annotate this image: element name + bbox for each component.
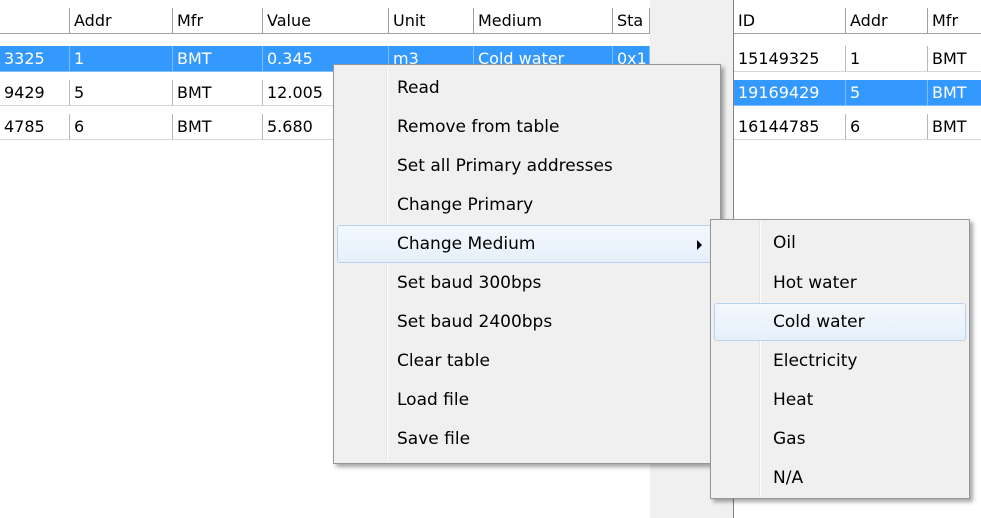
cell-id[interactable]: 3325 <box>0 46 70 72</box>
menu-item-label: Remove from table <box>397 117 560 137</box>
submenu-arrow-icon <box>697 240 702 250</box>
menu-item-label: Oil <box>773 233 796 253</box>
menu-item-clear-table[interactable]: Clear table <box>337 342 717 380</box>
menu-item-label: N/A <box>773 468 804 488</box>
menu-item-label: Change Primary <box>397 195 534 215</box>
cell-addr[interactable]: 1 <box>70 46 173 72</box>
cell-mfr[interactable]: BMT <box>173 114 263 140</box>
col-header-medium[interactable]: Medium <box>474 8 613 34</box>
col-header-mfr[interactable]: Mfr <box>928 8 981 34</box>
menu-item-label: Change Medium <box>397 234 536 254</box>
menu-item-label: Set baud 2400bps <box>397 312 553 332</box>
col-header-addr[interactable]: Addr <box>70 8 173 34</box>
cell-mfr[interactable]: BMT <box>928 46 981 72</box>
cell-addr[interactable]: 1 <box>846 46 928 72</box>
menu-item-change-primary[interactable]: Change Primary <box>337 186 717 224</box>
menu-item-label: Load file <box>397 390 470 410</box>
menu-item-label: Save file <box>397 429 471 449</box>
cell-mfr[interactable]: BMT <box>928 114 981 140</box>
col-header-id[interactable] <box>0 8 70 34</box>
cell-addr[interactable]: 5 <box>70 80 173 106</box>
cell-id[interactable]: 19169429 <box>734 80 846 106</box>
menu-item-change-medium[interactable]: Change Medium <box>337 225 717 263</box>
submenu-item-na[interactable]: N/A <box>714 459 966 497</box>
menu-item-label: Cold water <box>773 312 865 332</box>
menu-item-label: Clear table <box>397 351 490 371</box>
menu-item-label: Read <box>397 78 440 98</box>
cell-id[interactable]: 15149325 <box>734 46 846 72</box>
menu-item-label: Set baud 300bps <box>397 273 542 293</box>
col-header-value[interactable]: Value <box>263 8 389 34</box>
submenu-item-heat[interactable]: Heat <box>714 381 966 419</box>
cell-id[interactable]: 16144785 <box>734 114 846 140</box>
cell-addr[interactable]: 6 <box>846 114 928 140</box>
menu-item-load-file[interactable]: Load file <box>337 381 717 419</box>
menu-item-remove-from-table[interactable]: Remove from table <box>337 108 717 146</box>
menu-item-label: Gas <box>773 429 806 449</box>
cell-id[interactable]: 9429 <box>0 80 70 106</box>
menu-item-set-all-primary-addresses[interactable]: Set all Primary addresses <box>337 147 717 185</box>
submenu-item-oil[interactable]: Oil <box>714 224 966 262</box>
submenu-item-hot-water[interactable]: Hot water <box>714 264 966 302</box>
col-header-status[interactable]: Sta <box>613 8 650 34</box>
col-header-mfr[interactable]: Mfr <box>173 8 263 34</box>
menu-item-label: Electricity <box>773 351 858 371</box>
col-header-id[interactable]: ID <box>734 8 846 34</box>
submenu-item-gas[interactable]: Gas <box>714 420 966 458</box>
menu-item-read[interactable]: Read <box>337 69 717 107</box>
cell-addr[interactable]: 5 <box>846 80 928 106</box>
col-header-unit[interactable]: Unit <box>389 8 474 34</box>
menu-item-label: Heat <box>773 390 814 410</box>
submenu-item-cold-water[interactable]: Cold water <box>714 303 966 341</box>
cell-mfr[interactable]: BMT <box>173 80 263 106</box>
menu-item-label: Set all Primary addresses <box>397 156 613 176</box>
col-header-addr[interactable]: Addr <box>846 8 928 34</box>
menu-item-set-baud-300[interactable]: Set baud 300bps <box>337 264 717 302</box>
menu-item-label: Hot water <box>773 273 857 293</box>
submenu-item-electricity[interactable]: Electricity <box>714 342 966 380</box>
cell-mfr[interactable]: BMT <box>173 46 263 72</box>
menu-item-save-file[interactable]: Save file <box>337 420 717 458</box>
cell-mfr[interactable]: BMT <box>928 80 981 106</box>
context-menu: Read Remove from table Set all Primary a… <box>333 64 721 464</box>
cell-addr[interactable]: 6 <box>70 114 173 140</box>
change-medium-submenu: Oil Hot water Cold water Electricity Hea… <box>710 219 970 499</box>
cell-id[interactable]: 4785 <box>0 114 70 140</box>
menu-item-set-baud-2400[interactable]: Set baud 2400bps <box>337 303 717 341</box>
